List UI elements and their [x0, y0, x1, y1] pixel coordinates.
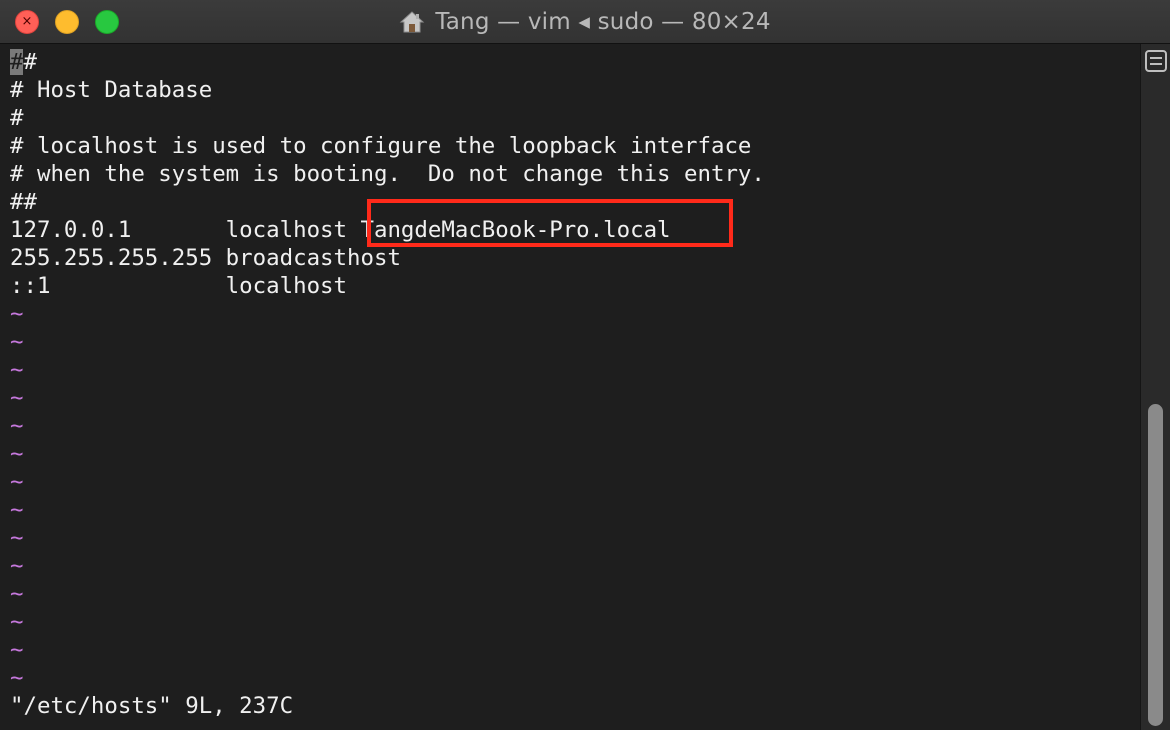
empty-line-tilde: ~	[10, 301, 24, 327]
window-title: Tang — vim ◂ sudo — 80×24	[0, 0, 1170, 44]
status-line: "/etc/hosts" 9L, 237C	[10, 693, 294, 719]
editor-line: # Host Database	[10, 77, 213, 103]
empty-line-tilde: ~	[10, 581, 24, 607]
text-cursor: #	[10, 49, 24, 75]
empty-line-tilde: ~	[10, 329, 24, 355]
empty-line-tilde: ~	[10, 413, 24, 439]
terminal-window: × Tang — vim ◂ sudo — 80×24 ## # Host Da…	[0, 0, 1170, 730]
empty-line-tilde: ~	[10, 553, 24, 579]
editor-line: 127.0.0.1 localhost TangdeMacBook-Pro.lo…	[10, 217, 671, 243]
editor-line: # when the system is booting. Do not cha…	[10, 161, 765, 187]
editor-line: # localhost is used to configure the loo…	[10, 133, 752, 159]
editor-line: ::1 localhost	[10, 273, 348, 299]
empty-line-tilde: ~	[10, 469, 24, 495]
title-bar[interactable]: × Tang — vim ◂ sudo — 80×24	[0, 0, 1170, 44]
empty-line-tilde: ~	[10, 609, 24, 635]
empty-line-tilde: ~	[10, 441, 24, 467]
split-pane-icon	[1150, 57, 1162, 59]
empty-line-tilde: ~	[10, 665, 24, 691]
empty-line-tilde: ~	[10, 525, 24, 551]
home-icon	[400, 11, 425, 33]
empty-line-tilde: ~	[10, 357, 24, 383]
empty-line-tilde: ~	[10, 637, 24, 663]
editor-line: ##	[10, 49, 37, 75]
editor-line: #	[10, 105, 24, 131]
editor-line: ##	[10, 189, 37, 215]
editor-line: 255.255.255.255 broadcasthost	[10, 245, 401, 271]
empty-line-tilde: ~	[10, 497, 24, 523]
empty-line-tilde: ~	[10, 385, 24, 411]
split-pane-button[interactable]	[1145, 50, 1167, 72]
window-title-text: Tang — vim ◂ sudo — 80×24	[435, 9, 771, 35]
vertical-scrollbar[interactable]	[1140, 44, 1170, 730]
terminal-content[interactable]: ## # Host Database # # localhost is used…	[0, 44, 1140, 730]
scrollbar-thumb[interactable]	[1148, 404, 1163, 726]
